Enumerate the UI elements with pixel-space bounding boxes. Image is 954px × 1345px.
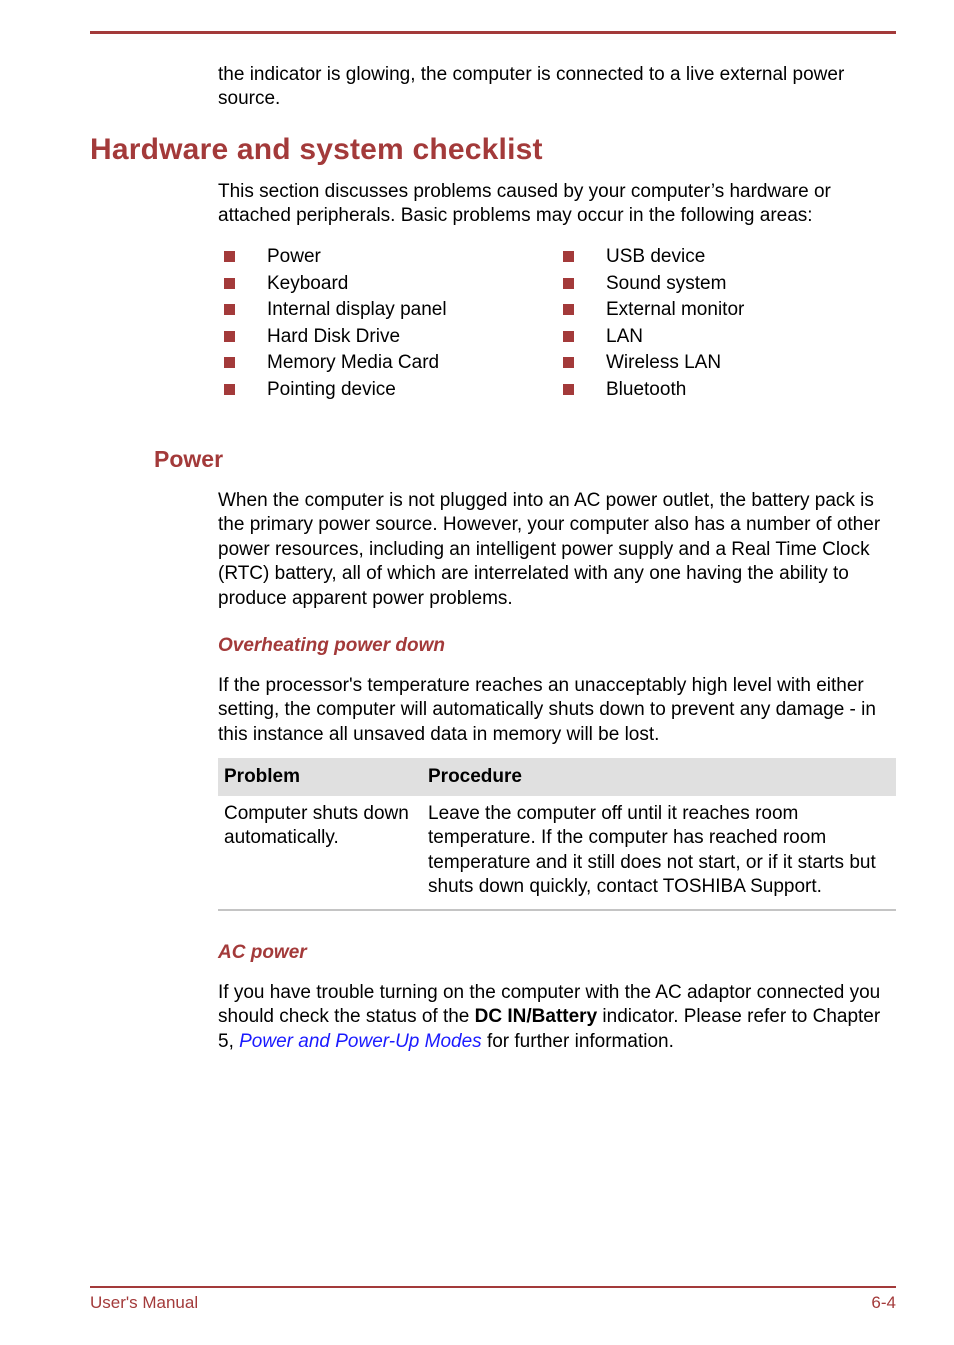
footer-rule xyxy=(90,1286,896,1288)
power-paragraph: When the computer is not plugged into an… xyxy=(218,490,881,609)
overheating-heading: Overheating power down xyxy=(218,635,445,656)
square-bullet-icon xyxy=(563,357,574,369)
square-bullet-icon xyxy=(563,251,574,262)
square-bullet-icon xyxy=(224,383,235,395)
list-item: Keyboard xyxy=(218,272,447,299)
square-bullet-icon xyxy=(563,383,574,395)
square-bullet-icon xyxy=(224,251,235,262)
problem-procedure-table: Problem Procedure Computer shuts down au… xyxy=(218,758,896,911)
areas-list-right: USB device Sound system External monitor… xyxy=(557,245,744,405)
ac-power-paragraph: If you have trouble turning on the compu… xyxy=(218,982,881,1052)
footer-page-number: 6-4 xyxy=(871,1293,896,1312)
square-bullet-icon xyxy=(224,304,235,316)
list-item: Wireless LAN xyxy=(557,351,744,378)
list-item: Pointing device xyxy=(218,378,447,405)
procedure-cell: Leave the computer off until it reaches … xyxy=(422,796,896,911)
column-header-problem: Problem xyxy=(218,758,422,796)
overheating-paragraph: If the processor's temperature reaches a… xyxy=(218,675,876,745)
list-item: Internal display panel xyxy=(218,298,447,325)
square-bullet-icon xyxy=(224,277,235,289)
footer-manual-title: User's Manual xyxy=(90,1293,199,1312)
power-modes-link[interactable]: Power and Power-Up Modes xyxy=(239,1031,482,1052)
section-title: Hardware and system checklist xyxy=(90,133,543,166)
list-item: Bluetooth xyxy=(557,378,744,405)
square-bullet-icon xyxy=(563,304,574,316)
list-item: Power xyxy=(218,245,447,272)
section-intro: This section discusses problems caused b… xyxy=(218,181,831,227)
list-item: External monitor xyxy=(557,298,744,325)
square-bullet-icon xyxy=(563,277,574,289)
list-item: LAN xyxy=(557,325,744,352)
square-bullet-icon xyxy=(224,357,235,369)
table-header-row: Problem Procedure xyxy=(218,758,896,796)
areas-list-left: Power Keyboard Internal display panel Ha… xyxy=(218,245,447,405)
header-rule xyxy=(90,31,896,34)
problem-cell: Computer shuts down automatically. xyxy=(218,796,422,911)
square-bullet-icon xyxy=(563,330,574,342)
list-item: Hard Disk Drive xyxy=(218,325,447,352)
power-heading: Power xyxy=(154,446,224,472)
column-header-procedure: Procedure xyxy=(422,758,896,796)
list-item: USB device xyxy=(557,245,744,272)
square-bullet-icon xyxy=(224,330,235,342)
list-item: Sound system xyxy=(557,272,744,299)
continuation-paragraph: the indicator is glowing, the computer i… xyxy=(218,64,845,110)
dc-in-battery-label: DC IN/Battery xyxy=(474,1006,598,1028)
table-row: Computer shuts down automatically. Leave… xyxy=(218,796,896,911)
ac-power-heading: AC power xyxy=(218,942,307,963)
list-item: Memory Media Card xyxy=(218,351,447,378)
